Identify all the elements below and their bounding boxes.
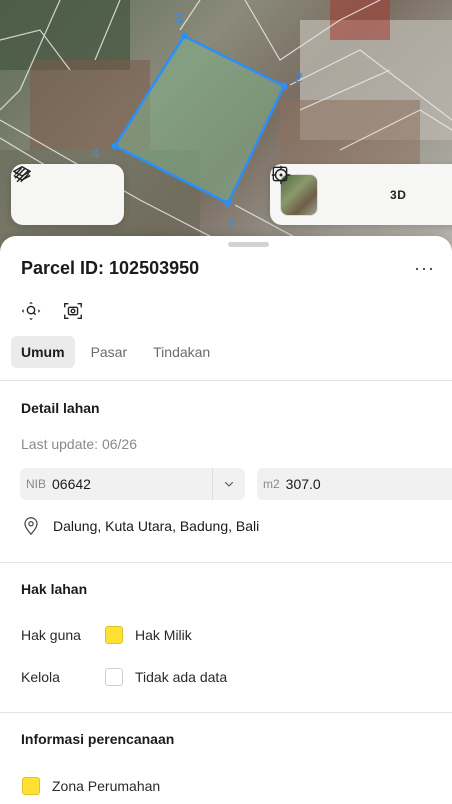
chevron-down-icon [224, 481, 234, 487]
tab-umum[interactable]: Umum [11, 336, 75, 368]
hak-guna-swatch [105, 626, 123, 644]
draw-button[interactable] [14, 167, 111, 211]
hak-guna-value: Hak Milik [135, 627, 192, 643]
area-field[interactable]: m2 307.0 [257, 468, 452, 500]
nib-dropdown-toggle[interactable] [212, 468, 245, 500]
parcel-title: Parcel ID: 102503950 [21, 258, 200, 278]
vertex-label-3: 3 [175, 10, 183, 26]
zone-swatch [22, 777, 40, 795]
draw-icon [14, 167, 30, 183]
nib-value: 06642 [52, 476, 91, 492]
view-3d-label: 3D [390, 187, 407, 202]
fullscreen-button[interactable] [272, 166, 452, 211]
divider [0, 562, 452, 563]
parcel-actions [18, 298, 86, 324]
map-tools-right: 3D [270, 164, 452, 225]
last-update: Last update: 06/26 [21, 436, 137, 452]
camera-scan-icon [64, 302, 82, 320]
tab-tindakan[interactable]: Tindakan [143, 336, 220, 368]
locate-button[interactable] [271, 165, 365, 211]
vertex-label-4: 4 [92, 145, 100, 161]
divider [0, 712, 452, 713]
kelola-swatch [105, 668, 123, 686]
vertex-label-2: 2 [295, 69, 303, 85]
zoom-extent-icon [21, 301, 41, 321]
kelola-value: Tidak ada data [135, 669, 228, 685]
zoom-to-parcel-button[interactable] [18, 298, 44, 324]
area-value: 307.0 [285, 476, 321, 492]
address-text: Dalung, Kuta Utara, Badung, Bali [53, 518, 260, 534]
tab-pasar[interactable]: Pasar [81, 336, 138, 368]
parcel-sheet: Parcel ID: 102503950 ··· Umum Pasar Tind… [0, 236, 452, 804]
area-unit: m2 [263, 477, 280, 491]
zone-label: Zona Perumahan [52, 778, 161, 794]
map-tools-left [11, 164, 124, 225]
sheet-drag-handle[interactable] [228, 242, 269, 247]
kelola-label: Kelola [21, 669, 60, 685]
detail-heading: Detail lahan [21, 400, 100, 416]
divider [0, 380, 452, 381]
more-options-button[interactable]: ··· [414, 258, 435, 279]
nib-select[interactable]: NIB 06642 [20, 468, 245, 500]
square-icon [272, 166, 288, 182]
hak-guna-label: Hak guna [21, 627, 81, 643]
sheet-tabs: Umum Pasar Tindakan [11, 336, 220, 368]
vertex-label-1: 1 [228, 215, 236, 231]
view-3d-button[interactable]: 3D [384, 179, 413, 211]
rights-heading: Hak lahan [21, 581, 88, 597]
nib-prefix: NIB [26, 477, 47, 491]
map-view[interactable]: 1 2 3 4 3D [0, 0, 452, 262]
planning-heading: Informasi perencanaan [21, 731, 175, 747]
address-row: Dalung, Kuta Utara, Badung, Bali [22, 516, 259, 536]
street-view-button[interactable] [60, 298, 86, 324]
location-pin-icon [24, 517, 38, 536]
